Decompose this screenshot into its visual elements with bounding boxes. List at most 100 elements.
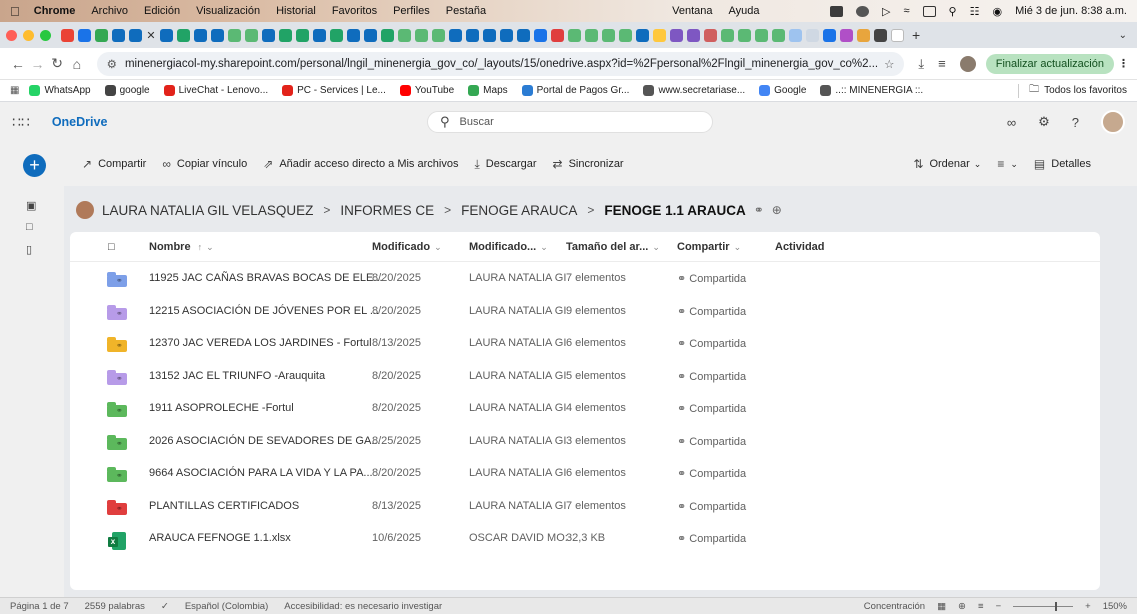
- add-shortcut-button[interactable]: ⇗ Añadir acceso directo a Mis archivos: [263, 157, 458, 171]
- bookmark-pc-services[interactable]: PC - Services | Le...: [282, 85, 386, 96]
- download-button[interactable]: ⤓ Descargar: [474, 157, 536, 172]
- file-name[interactable]: 13152 JAC EL TRIUNFO -Arauquita: [149, 370, 325, 382]
- file-row[interactable]: ⚭ 2026 ASOCIACIÓN DE SEVADORES DE GA... 8/…: [70, 426, 1100, 458]
- file-sharing[interactable]: ⚭ Compartida: [677, 337, 746, 350]
- file-name[interactable]: 1911 ASOPROLECHE -Fortul: [149, 402, 294, 414]
- file-sharing[interactable]: ⚭ Compartida: [677, 370, 746, 383]
- tab-favicon[interactable]: [806, 28, 819, 42]
- print-layout-icon[interactable]: ▦: [937, 601, 946, 612]
- search-input[interactable]: ⚲ Buscar: [427, 111, 713, 133]
- more-menu-icon[interactable]: ⋮: [1118, 57, 1129, 70]
- bookmark-star-icon[interactable]: ☆: [884, 57, 894, 71]
- tab-onedrive-icon[interactable]: [160, 28, 173, 42]
- tab-onedrive-icon[interactable]: [449, 28, 462, 42]
- menu-clock[interactable]: Mié 3 de jun. 8:38 a.m.: [1015, 5, 1127, 17]
- tab-favicon[interactable]: [245, 28, 258, 42]
- tab-favicon[interactable]: [415, 28, 428, 42]
- all-bookmarks[interactable]: 🗀 Todos los favoritos: [1018, 82, 1127, 99]
- tab-favicon[interactable]: [78, 28, 91, 42]
- file-name[interactable]: 12215 ASOCIACIÓN DE JÓVENES POR EL ...: [149, 305, 379, 317]
- apple-icon[interactable]: : [10, 4, 20, 19]
- tab-excel-icon[interactable]: [177, 28, 190, 42]
- bookmark-youtube[interactable]: YouTube: [399, 85, 454, 96]
- help-icon[interactable]: ?: [1072, 115, 1079, 130]
- reading-list-icon[interactable]: ≡: [938, 56, 946, 71]
- file-sharing[interactable]: ⚭ Compartida: [677, 500, 746, 513]
- tab-favicon[interactable]: [432, 28, 445, 42]
- tab-onedrive-icon[interactable]: [112, 28, 125, 42]
- tab-favicon[interactable]: [95, 28, 108, 42]
- tab-onedrive-icon[interactable]: [313, 28, 326, 42]
- outline-icon[interactable]: ≡: [978, 601, 984, 612]
- file-row[interactable]: ⚭ 12215 ASOCIACIÓN DE JÓVENES POR EL ... 8…: [70, 296, 1100, 328]
- tab-favicon[interactable]: [551, 28, 564, 42]
- tab-favicon[interactable]: [874, 28, 887, 42]
- tab-favicon[interactable]: [738, 28, 751, 42]
- sync-button[interactable]: ⇄ Sincronizar: [553, 157, 624, 171]
- tab-favicon[interactable]: [755, 28, 768, 42]
- tab-favicon[interactable]: [398, 28, 411, 42]
- tab-excel-icon[interactable]: [381, 28, 394, 42]
- menu-app-name[interactable]: Chrome: [34, 5, 76, 17]
- menu-edicion[interactable]: Edición: [144, 5, 180, 17]
- accessibility-status[interactable]: Accesibilidad: es necesario investigar: [284, 601, 442, 612]
- file-sharing[interactable]: ⚭ Compartida: [677, 467, 746, 480]
- tab-favicon[interactable]: [891, 28, 904, 42]
- view-options-button[interactable]: ≡ ⌄: [997, 157, 1018, 171]
- bookmark-livechat[interactable]: LiveChat - Lenovo...: [163, 85, 268, 96]
- site-settings-icon[interactable]: ⚙: [107, 57, 117, 71]
- copilot-icon[interactable]: ∞: [1007, 115, 1016, 130]
- tab-favicon[interactable]: [789, 28, 802, 42]
- menu-ayuda[interactable]: Ayuda: [729, 5, 760, 17]
- file-sharing[interactable]: ⚭ Compartida: [677, 435, 746, 448]
- proofing-icon[interactable]: ✓: [161, 601, 169, 612]
- app-launcher-icon[interactable]: ∷∷: [12, 114, 30, 131]
- tab-onedrive-icon[interactable]: [194, 28, 207, 42]
- web-layout-icon[interactable]: ⊕: [958, 601, 966, 612]
- tab-favicon[interactable]: [772, 28, 785, 42]
- minimize-window-button[interactable]: [23, 29, 34, 41]
- file-row[interactable]: ⚭ 11925 JAC CAÑAS BRAVAS BOCAS DE ELE... 8…: [70, 263, 1100, 295]
- tab-onedrive-icon[interactable]: [262, 28, 275, 42]
- shared-people-icon[interactable]: ⚭: [754, 203, 764, 217]
- focus-mode[interactable]: Concentración: [864, 601, 925, 612]
- file-row[interactable]: ⚭ 1911 ASOPROLECHE -Fortul 8/20/2025 LAURA …: [70, 393, 1100, 425]
- tab-favicon[interactable]: [721, 28, 734, 42]
- forward-arrow-icon[interactable]: →: [28, 56, 48, 72]
- menu-visualizacion[interactable]: Visualización: [196, 5, 260, 17]
- tab-onedrive-icon[interactable]: [466, 28, 479, 42]
- tab-favicon[interactable]: [585, 28, 598, 42]
- tab-onedrive-icon[interactable]: [364, 28, 377, 42]
- file-row[interactable]: x ARAUCA FEFNOGE 1.1.xlsx 10/6/2025 OSCAR D…: [70, 523, 1100, 555]
- tab-onedrive-icon[interactable]: [483, 28, 496, 42]
- breadcrumb-owner[interactable]: LAURA NATALIA GIL VELASQUEZ: [102, 203, 313, 218]
- menu-ventana[interactable]: Ventana: [672, 5, 712, 17]
- user-avatar[interactable]: [1101, 110, 1125, 134]
- close-tab-icon[interactable]: ✕: [144, 29, 158, 42]
- file-name[interactable]: 11925 JAC CAÑAS BRAVAS BOCAS DE ELE...: [149, 272, 383, 284]
- control-center-icon[interactable]: ☷: [970, 5, 980, 18]
- bookmark-google[interactable]: google: [104, 85, 150, 96]
- bookmark-maps[interactable]: Maps: [468, 85, 508, 96]
- finish-update-button[interactable]: Finalizar actualización: [985, 53, 1114, 74]
- bookmark-secretaria[interactable]: www.secretariase...: [643, 85, 745, 96]
- language-status[interactable]: Español (Colombia): [185, 601, 268, 612]
- file-name[interactable]: 2026 ASOCIACIÓN DE SEVADORES DE GA...: [149, 435, 380, 447]
- tab-onedrive-icon[interactable]: [347, 28, 360, 42]
- tab-favicon[interactable]: [619, 28, 632, 42]
- siri-icon[interactable]: ◉: [992, 5, 1002, 18]
- menu-perfiles[interactable]: Perfiles: [393, 5, 430, 17]
- column-header-activity[interactable]: Actividad: [775, 241, 825, 253]
- file-row[interactable]: ⚭ 13152 JAC EL TRIUNFO -Arauquita 8/20/202…: [70, 361, 1100, 393]
- file-name[interactable]: 12370 JAC VEREDA LOS JARDINES - Fortul: [149, 337, 372, 349]
- file-name[interactable]: 9664 ASOCIACIÓN PARA LA VIDA Y LA PA...: [149, 467, 373, 479]
- home-icon[interactable]: ▣: [26, 199, 40, 212]
- url-text[interactable]: minenergiacol-my.sharepoint.com/personal…: [125, 58, 878, 70]
- page-count[interactable]: Página 1 de 7: [10, 601, 69, 612]
- file-sharing[interactable]: ⚭ Compartida: [677, 532, 746, 545]
- column-header-name[interactable]: Nombre ↑ ⌄: [149, 241, 214, 253]
- bookmark-portal-pagos[interactable]: Portal de Pagos Gr...: [521, 85, 629, 96]
- word-count[interactable]: 2559 palabras: [85, 601, 145, 612]
- play-icon[interactable]: ▷: [882, 5, 890, 18]
- my-files-folder-icon[interactable]: □: [26, 221, 40, 233]
